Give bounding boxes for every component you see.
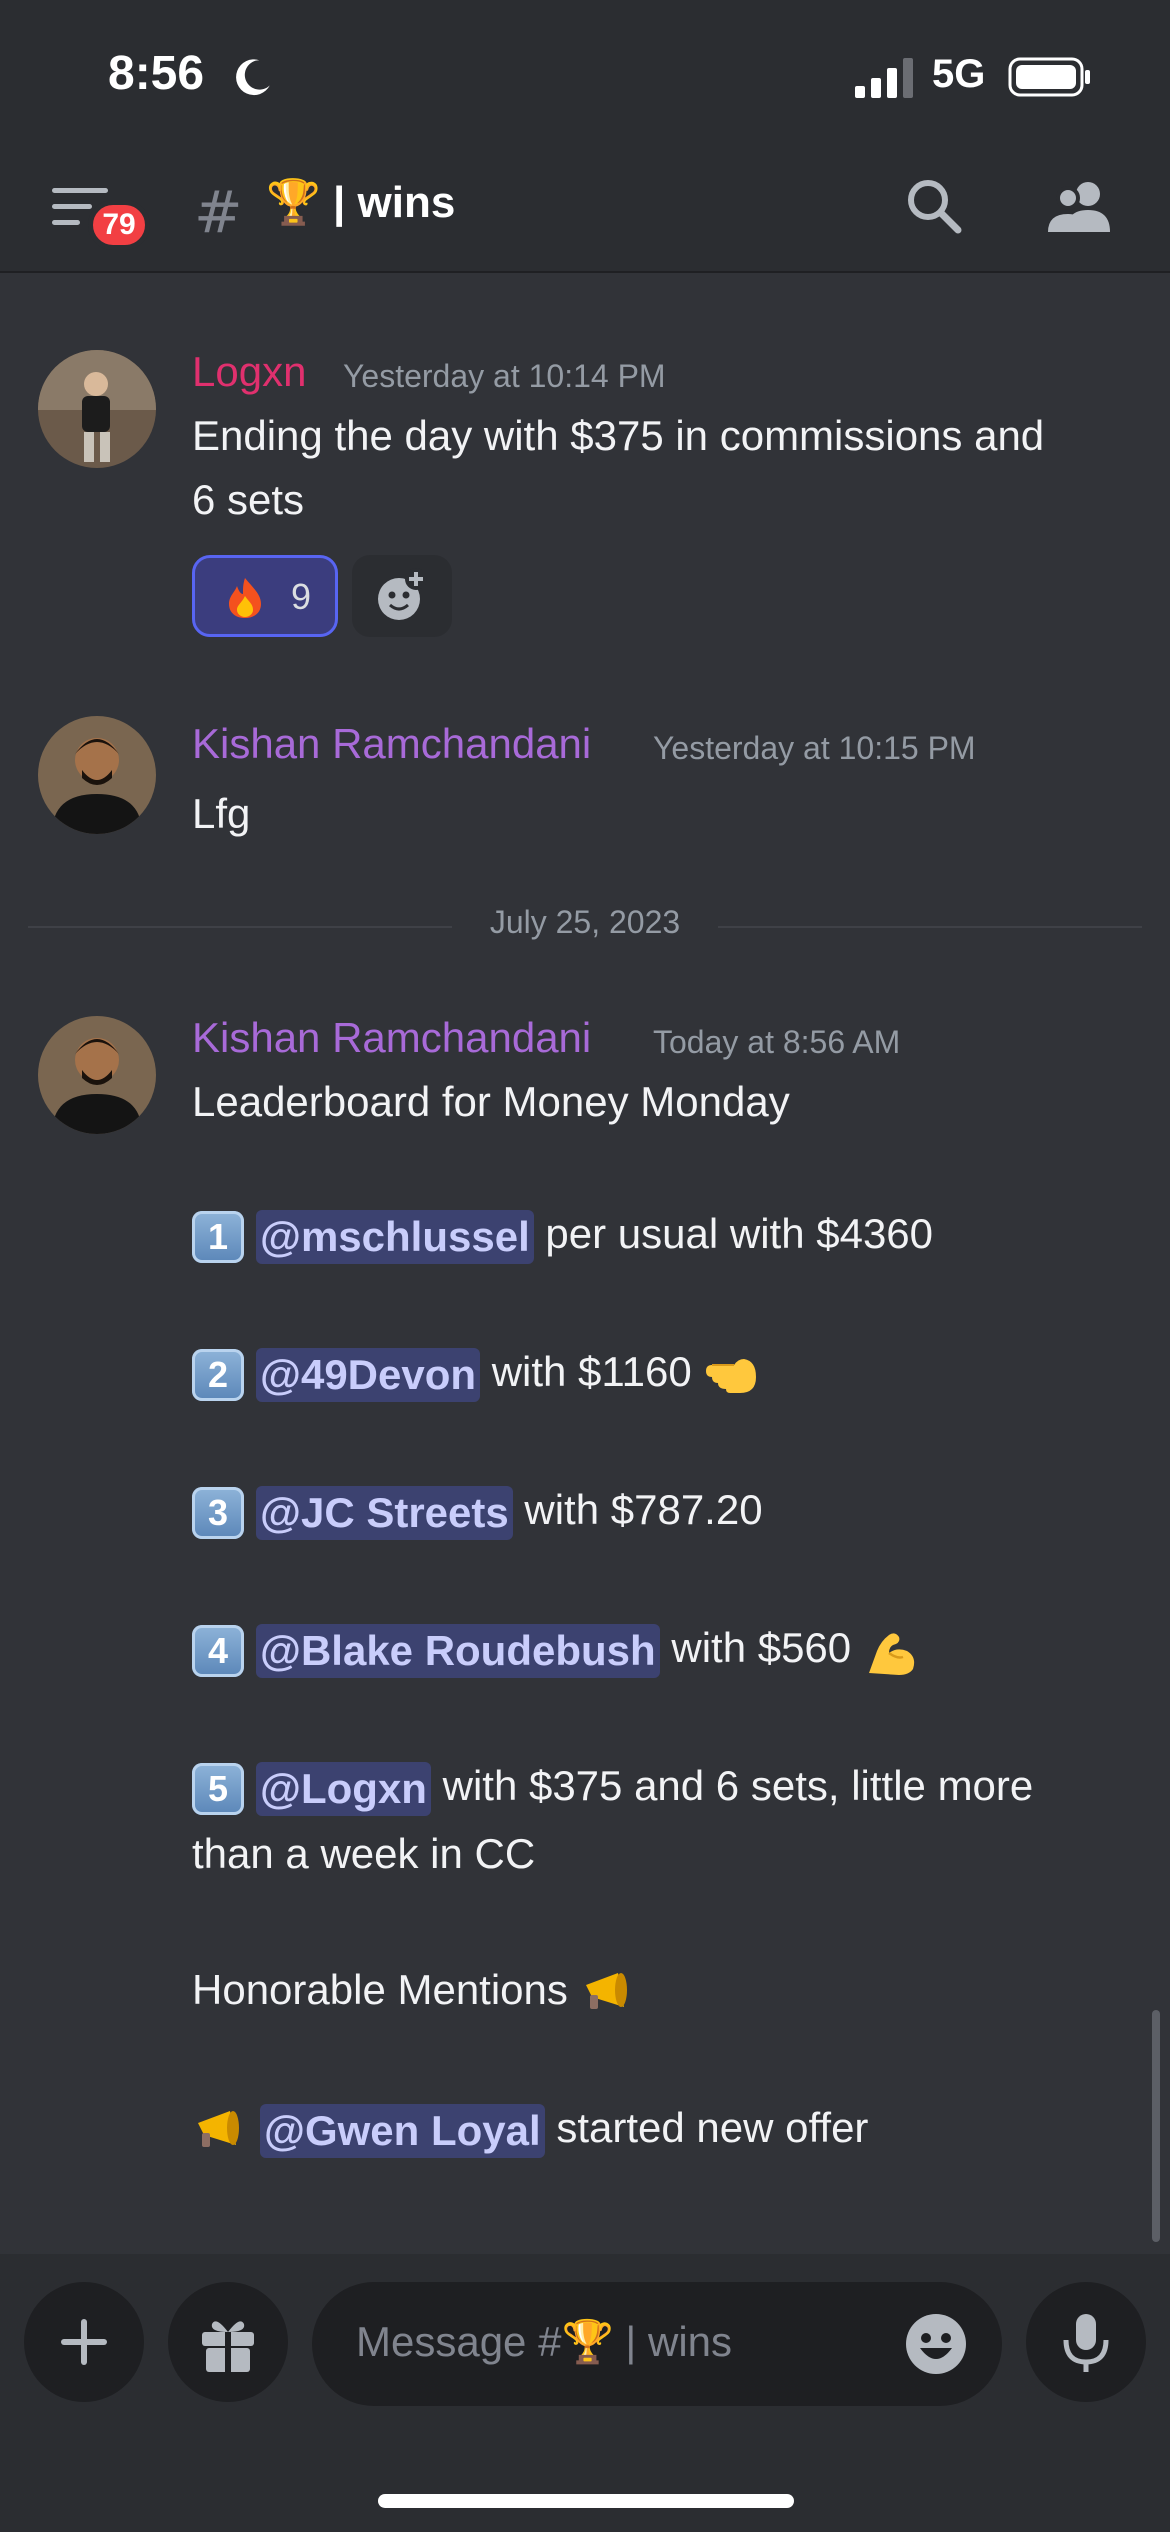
rank-badge: 5 xyxy=(192,1763,244,1815)
entry-text: with $787.20 xyxy=(512,1486,763,1534)
rank-badge: 3 xyxy=(192,1487,244,1539)
date-divider: July 25, 2023 xyxy=(489,904,681,940)
signal-icon xyxy=(855,58,913,98)
channel-name[interactable]: 🏆 | wins xyxy=(266,176,455,228)
voice-message-button[interactable] xyxy=(1026,2282,1146,2402)
entry-text: with $560 xyxy=(659,1624,852,1672)
gift-button[interactable] xyxy=(168,2282,288,2402)
message-line: 6 sets xyxy=(192,476,305,523)
honorable-mentions-heading: Honorable Mentions xyxy=(192,1966,636,2019)
avatar[interactable] xyxy=(38,716,156,834)
rank-badge: 1 xyxy=(192,1211,244,1263)
message-input[interactable]: Message #🏆 | wins xyxy=(312,2282,1002,2406)
reaction-count: 9 xyxy=(291,576,312,617)
leaderboard-entry: 2 @49Devon with $1160 xyxy=(192,1348,760,1402)
author-name[interactable]: Kishan Ramchandani xyxy=(192,1014,591,1062)
battery-icon xyxy=(1008,57,1090,97)
gift-icon xyxy=(202,2321,254,2372)
top-bar: 8:56 5G 79 # 🏆 | wins xyxy=(0,0,1170,273)
members-icon[interactable] xyxy=(1046,176,1116,236)
channel-hash-icon: # xyxy=(194,178,243,246)
search-icon[interactable] xyxy=(904,176,964,236)
moon-icon xyxy=(236,59,270,96)
honorable-mentions-label: Honorable Mentions xyxy=(192,1966,568,2013)
user-mention[interactable]: @Gwen Loyal xyxy=(260,2104,545,2158)
timestamp: Today at 8:56 AM xyxy=(653,1024,901,1060)
avatar[interactable] xyxy=(38,1016,156,1134)
date-divider-line xyxy=(28,926,452,928)
flexed-biceps-icon xyxy=(869,1633,915,1675)
microphone-icon xyxy=(1063,2314,1109,2372)
plus-icon xyxy=(61,2319,107,2365)
add-attachment-button[interactable] xyxy=(24,2282,144,2402)
message-line: Lfg xyxy=(192,790,251,837)
entry-text: with $375 and 6 sets, little more xyxy=(430,1762,1034,1810)
megaphone-icon xyxy=(585,1972,627,2009)
scrollbar[interactable] xyxy=(1152,2010,1160,2242)
user-mention[interactable]: @49Devon xyxy=(256,1348,481,1402)
pointing-hand-icon xyxy=(705,1359,756,1393)
status-time: 8:56 xyxy=(108,47,205,100)
author-name[interactable]: Logxn xyxy=(192,348,306,396)
timestamp: Yesterday at 10:14 PM xyxy=(343,358,666,394)
avatar[interactable] xyxy=(38,350,156,468)
message-line: Ending the day with $375 in commissions … xyxy=(192,412,1045,459)
entry-text: started new offer xyxy=(544,2104,869,2152)
network-type: 5G xyxy=(932,52,986,96)
reaction-chip[interactable]: 9 xyxy=(192,555,338,637)
emoji-picker-icon[interactable] xyxy=(904,2312,968,2376)
unread-badge: 79 xyxy=(88,200,150,250)
timestamp: Yesterday at 10:15 PM xyxy=(653,730,976,766)
home-indicator[interactable] xyxy=(378,2494,794,2508)
rank-badge: 4 xyxy=(192,1625,244,1677)
honorable-mention-entry: @Gwen Loyal started new offer xyxy=(192,2104,868,2158)
leaderboard-entry: 5 @Logxn with $375 and 6 sets, little mor… xyxy=(192,1762,1033,1816)
entry-text: with $1160 xyxy=(480,1348,692,1396)
leaderboard-entry: 4 @Blake Roudebush with $560 xyxy=(192,1624,919,1678)
add-reaction-button[interactable] xyxy=(352,555,452,637)
entry-text: per usual with $4360 xyxy=(533,1210,934,1258)
user-mention[interactable]: @Blake Roudebush xyxy=(256,1624,660,1678)
date-divider-line xyxy=(718,926,1142,928)
entry-text: than a week in CC xyxy=(192,1830,536,1877)
add-reaction-icon xyxy=(378,568,427,620)
leaderboard-entry: 1 @mschlussel per usual with $4360 xyxy=(192,1210,933,1264)
leaderboard-entry: 3 @JC Streets with $787.20 xyxy=(192,1486,763,1540)
message-placeholder: Message #🏆 | wins xyxy=(356,2318,733,2365)
megaphone-icon xyxy=(198,2111,239,2147)
user-mention[interactable]: @mschlussel xyxy=(256,1210,534,1264)
user-mention[interactable]: @JC Streets xyxy=(256,1486,513,1540)
message-line: Leaderboard for Money Monday xyxy=(192,1078,790,1125)
user-mention[interactable]: @Logxn xyxy=(256,1762,431,1816)
rank-badge: 2 xyxy=(192,1349,244,1401)
fire-icon xyxy=(229,578,261,618)
author-name[interactable]: Kishan Ramchandani xyxy=(192,720,591,768)
